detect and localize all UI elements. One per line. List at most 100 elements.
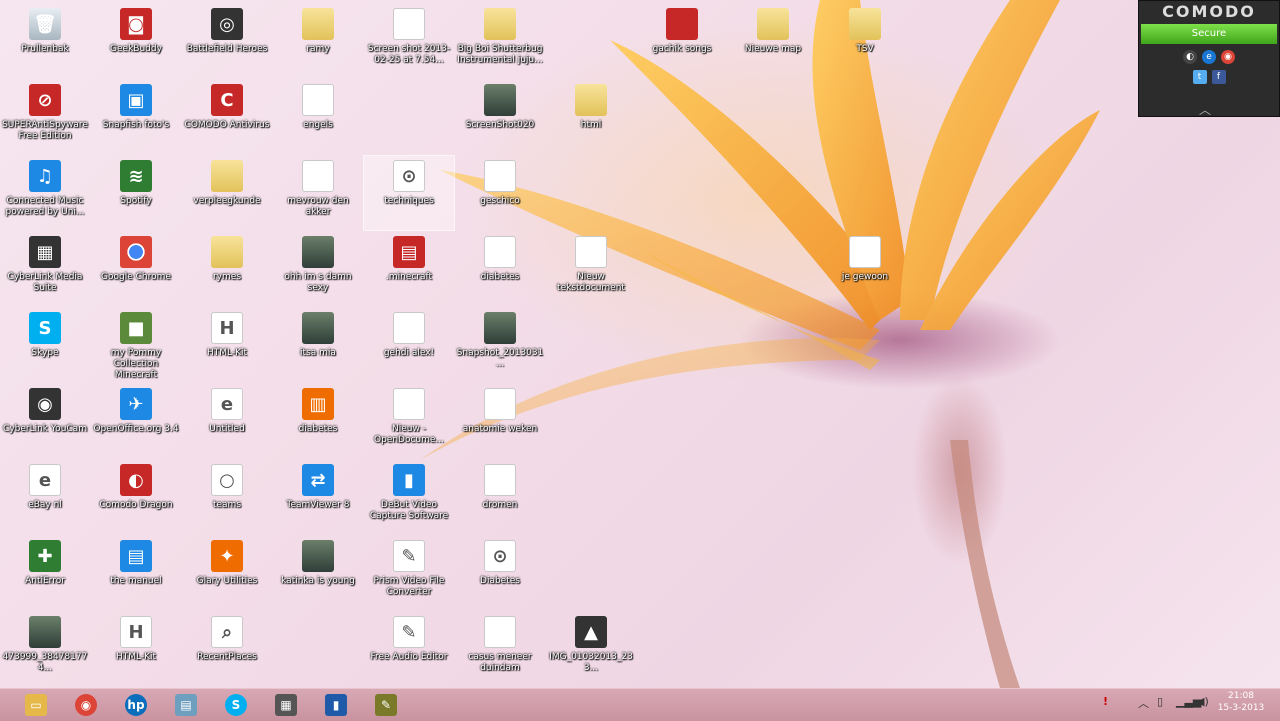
desktop-icon-image: ▤ <box>120 540 152 572</box>
desktop-icon[interactable]: ◙ GeekBuddy <box>91 4 181 78</box>
desktop-icon-label: Nieuw - OpenDocume... <box>373 424 444 445</box>
power-icon[interactable]: ▯ <box>1157 695 1163 708</box>
desktop-icon[interactable]: ◉ CyberLink YouCam <box>0 384 90 458</box>
comodo-widget[interactable]: COMODO Secure ◐ e ◉ t f ︿ <box>1138 0 1280 117</box>
desktop-icon[interactable]: Google Chrome <box>91 232 181 306</box>
desktop-icon[interactable]: ✦ Glary Utilities <box>182 536 272 610</box>
taskbar-document-manager-button[interactable]: ▦ <box>264 691 308 719</box>
desktop-icon[interactable]: ≋ Spotify <box>91 156 181 230</box>
desktop-icon[interactable]: katinka is young <box>273 536 363 610</box>
desktop-icon[interactable]: html <box>546 80 636 154</box>
desktop-icon[interactable]: ⊙ techniques <box>363 155 455 231</box>
desktop-icon[interactable]: ScreenShot020 <box>455 80 545 154</box>
desktop-icon[interactable]: ⇄ TeamViewer 8 <box>273 460 363 534</box>
desktop-icon-image: ◐ <box>120 464 152 496</box>
desktop-icon[interactable]: Screen shot 2013-02-25 at 7.54... <box>364 4 454 78</box>
desktop-icon[interactable]: geschico <box>455 156 545 230</box>
desktop-icon[interactable]: ▦ CyberLink Media Suite <box>0 232 90 306</box>
desktop-icon[interactable]: e Untitled <box>182 384 272 458</box>
desktop-icon[interactable]: ⊙ Diabetes <box>455 536 545 610</box>
comodo-dragon-icon[interactable]: ◐ <box>1183 50 1197 64</box>
desktop-icon[interactable]: itsa mia <box>273 308 363 382</box>
desktop-icon[interactable]: S Skype <box>0 308 90 382</box>
desktop-icon-image: ✎ <box>393 540 425 572</box>
desktop-icon-label: eBay nl <box>28 500 62 510</box>
taskbar-chrome-button[interactable]: ◉ <box>64 691 108 719</box>
desktop-icon[interactable]: Snapshot_2013031... <box>455 308 545 382</box>
desktop-icon[interactable]: ohh im s damn sexy <box>273 232 363 306</box>
desktop-icon[interactable]: ✈ OpenOffice.org 3.4 <box>91 384 181 458</box>
security-status[interactable]: Secure <box>1141 24 1277 44</box>
desktop-icon[interactable]: anatomie weken <box>455 384 545 458</box>
volume-icon[interactable]: ◀) <box>1196 695 1209 708</box>
taskbar-notebook-button[interactable]: ▤ <box>164 691 208 719</box>
skype-icon: S <box>225 694 247 716</box>
desktop-icon[interactable]: H HTML-Kit <box>91 612 181 686</box>
desktop-icon[interactable]: rymes <box>182 232 272 306</box>
desktop-icon[interactable]: ▤ .minecraft <box>364 232 454 306</box>
desktop-icon-image: ▦ <box>29 236 61 268</box>
desktop-icon-image <box>211 160 243 192</box>
desktop-icon-image: ⌕ <box>211 616 243 648</box>
chrome-icon[interactable]: ◉ <box>1221 50 1235 64</box>
desktop-icon[interactable]: ◎ Battlefield Heroes <box>182 4 272 78</box>
desktop-icon[interactable]: verpleegkunde <box>182 156 272 230</box>
taskbar-video-capture-button[interactable]: ▮ <box>314 691 358 719</box>
desktop-icon-label: SUPERAntiSpyware Free Edition <box>2 120 88 141</box>
desktop-icon[interactable]: ✎ Prism Video File Converter <box>364 536 454 610</box>
comodo-social: t f <box>1139 70 1279 84</box>
desktop-icon[interactable]: mevrouw den akker <box>273 156 363 230</box>
desktop-icon[interactable]: ⊘ SUPERAntiSpyware Free Edition <box>0 80 90 154</box>
taskbar-video-converter-button[interactable]: ✎ <box>364 691 408 719</box>
desktop-icon[interactable]: Nieuw tekstdocument <box>546 232 636 306</box>
facebook-icon[interactable]: f <box>1211 70 1226 84</box>
desktop-icon-image: ✎ <box>393 616 425 648</box>
desktop: 🗑 Prullenbak ⊘ SUPERAntiSpyware Free Editio… <box>0 0 1280 688</box>
show-hidden-icons-icon[interactable]: ︿ <box>1138 695 1149 711</box>
desktop-icon[interactable]: ✎ Free Audio Editor <box>364 612 454 686</box>
desktop-icon[interactable]: ▣ Snapfish foto's <box>91 80 181 154</box>
desktop-icon[interactable]: gehdi alex! <box>364 308 454 382</box>
action-center-icon[interactable]: ! <box>1103 695 1108 708</box>
desktop-icon[interactable]: ⌕ RecentPlaces <box>182 612 272 686</box>
desktop-icon[interactable]: diabetes <box>455 232 545 306</box>
desktop-icon[interactable]: engels <box>273 80 363 154</box>
desktop-icon[interactable]: ▥ diabetes <box>273 384 363 458</box>
desktop-icon[interactable]: ■ my Pommy Collection Minecraft <box>91 308 181 382</box>
desktop-icon-image <box>849 236 881 268</box>
taskbar-skype-button[interactable]: S <box>214 691 258 719</box>
desktop-icon[interactable]: TSV <box>820 4 910 78</box>
desktop-icon[interactable]: ✚ AntiError <box>0 536 90 610</box>
desktop-icon[interactable]: e eBay nl <box>0 460 90 534</box>
desktop-icon[interactable]: ramy <box>273 4 363 78</box>
desktop-icon-label: teams <box>212 500 242 510</box>
desktop-icon[interactable]: Big Boi Shutterbug Instrumental juju... <box>455 4 545 78</box>
taskbar-file-explorer-button[interactable]: ▭ <box>14 691 58 719</box>
clock[interactable]: 21:08 15-3-2013 <box>1210 690 1272 714</box>
desktop-icon[interactable]: ▤ the manuel <box>91 536 181 610</box>
twitter-icon[interactable]: t <box>1192 70 1207 84</box>
desktop-icon[interactable]: ○ teams <box>182 460 272 534</box>
comodo-shortcuts: ◐ e ◉ <box>1139 50 1279 64</box>
desktop-icon[interactable]: ▮ DeBut Video Capture Software <box>364 460 454 534</box>
desktop-icon[interactable]: je gewoon <box>820 232 910 306</box>
desktop-icon[interactable]: gachik songs <box>637 4 727 78</box>
internet-explorer-icon[interactable]: e <box>1202 50 1216 64</box>
desktop-icon-image: ≋ <box>120 160 152 192</box>
desktop-icon[interactable]: ♫ Connected Music powered by Uni... <box>0 156 90 230</box>
desktop-icon[interactable]: Nieuwe map <box>728 4 818 78</box>
desktop-icon-image: ✈ <box>120 388 152 420</box>
desktop-icon[interactable]: H HTML-Kit <box>182 308 272 382</box>
desktop-icon[interactable]: casus meneer duindam <box>455 612 545 686</box>
taskbar-hp-button[interactable]: hp <box>114 691 158 719</box>
desktop-icon[interactable]: 473999_384781774... <box>0 612 90 686</box>
desktop-icon[interactable]: ◐ Comodo Dragon <box>91 460 181 534</box>
desktop-icon[interactable]: dromen <box>455 460 545 534</box>
desktop-icon-image: H <box>120 616 152 648</box>
desktop-icon[interactable]: ▲ IMG_01032013_233... <box>546 612 636 686</box>
desktop-icon[interactable]: 🗑 Prullenbak <box>0 4 90 78</box>
desktop-icon[interactable]: C COMODO Antivirus <box>182 80 272 154</box>
notebook-icon: ▤ <box>175 694 197 716</box>
collapse-icon[interactable]: ︿ <box>1199 101 1211 118</box>
desktop-icon[interactable]: Nieuw - OpenDocume... <box>364 384 454 458</box>
